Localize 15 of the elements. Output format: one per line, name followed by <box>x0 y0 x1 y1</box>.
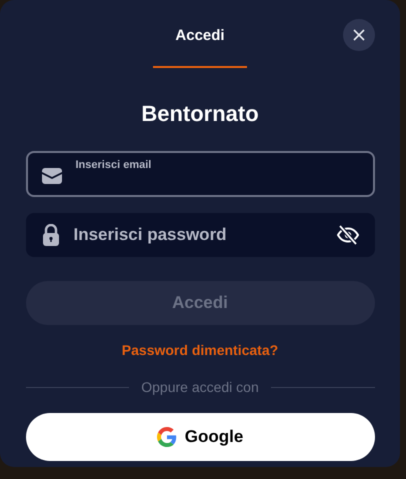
close-icon <box>353 29 365 41</box>
forgot-password-link[interactable]: Password dimenticata? <box>122 340 278 361</box>
field-label: Inserisci email <box>76 158 152 173</box>
tab[interactable]: Accedi <box>153 24 247 68</box>
dialog-title: Bentornato <box>141 100 259 128</box>
password-input[interactable]: Inserisci password <box>74 222 322 248</box>
google-logo-icon <box>156 427 177 447</box>
password-field[interactable]: Inserisci password <box>26 213 374 257</box>
google-button[interactable]: Google <box>26 413 374 461</box>
divider-text: Oppure accedi con <box>141 378 259 397</box>
close-button[interactable] <box>343 19 375 51</box>
eye-slash-icon[interactable] <box>336 225 358 245</box>
lock-icon <box>42 224 60 246</box>
email-field[interactable]: Inserisci email <box>26 151 374 197</box>
envelope-icon <box>42 168 62 184</box>
